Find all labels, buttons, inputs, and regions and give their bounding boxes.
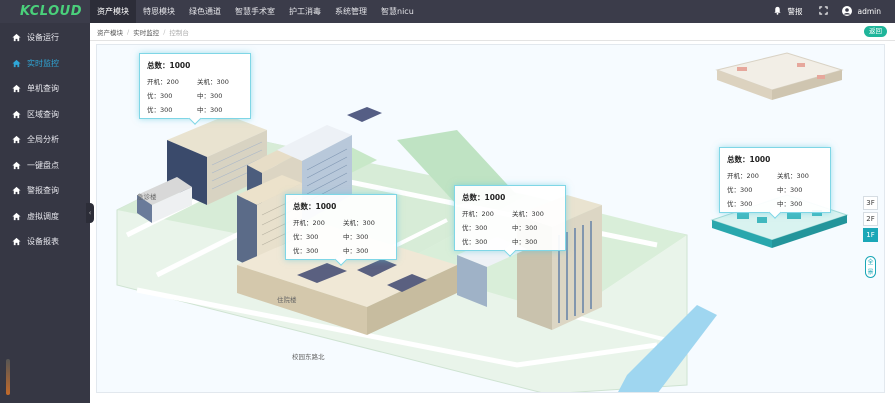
popup-stat-off: 关机：300 <box>197 78 229 86</box>
map-label-building-a: 急诊楼 <box>137 193 157 201</box>
stats-popup-building-c[interactable]: 总数：1000 开机：200 关机：300 优：300 中：300 优：300 … <box>285 194 397 260</box>
stats-popup-floor-plan[interactable]: 总数：1000 开机：200 关机：300 优：300 中：300 优：300 … <box>719 147 831 213</box>
breadcrumb-separator: / <box>127 27 130 36</box>
sidebar-item-label: 虚拟调度 <box>27 211 59 221</box>
popup-stat-on: 开机：200 <box>147 78 179 86</box>
popup-total: 总数：1000 <box>293 202 337 211</box>
home-icon <box>12 110 21 118</box>
home-icon <box>12 85 21 93</box>
floor-switcher: 3F 2F 1F <box>863 196 878 242</box>
user-name[interactable]: admin <box>858 7 882 16</box>
popup-stat-off: 关机：300 <box>512 210 544 218</box>
home-icon <box>12 212 21 220</box>
topnav-item-smart-or[interactable]: 智慧手术室 <box>228 0 282 23</box>
breadcrumb-item-console: 控制台 <box>169 28 189 37</box>
sidebar-item-virtual-dispatch[interactable]: 虚拟调度 <box>0 204 90 230</box>
breadcrumb: 资产模块 / 实时监控 / 控制台 返回 <box>90 23 895 41</box>
top-right-tools: 警报 admin <box>773 0 882 23</box>
topnav-item-green-channel[interactable]: 绿色通道 <box>182 0 228 23</box>
sidebar-scroll-indicator <box>6 359 10 395</box>
sidebar-item-label: 实时监控 <box>27 58 59 68</box>
sidebar-item-label: 设备运行 <box>27 33 59 43</box>
sidebar-item-area-query[interactable]: 区域查询 <box>0 102 90 128</box>
home-icon <box>12 136 21 144</box>
popup-stat-medium: 中：300 <box>777 186 803 194</box>
sidebar-item-label: 区域查询 <box>27 109 59 119</box>
top-bar: KCLOUD 资产模块 特恩模块 绿色通道 智慧手术室 护工消毒 系统管理 智慧… <box>0 0 895 23</box>
popup-stat-on: 开机：200 <box>462 210 494 218</box>
stats-popup-building-a[interactable]: 总数：1000 开机：200 关机：300 优：300 中：300 优：300 … <box>139 53 251 119</box>
popup-total: 总数：1000 <box>462 193 506 202</box>
topnav-item-system[interactable]: 系统管理 <box>328 0 374 23</box>
popup-stat-on: 开机：200 <box>727 172 759 180</box>
home-icon <box>12 59 21 67</box>
bell-icon[interactable] <box>773 6 782 17</box>
sidebar-item-inventory[interactable]: 一键盘点 <box>0 153 90 179</box>
breadcrumb-item-assets[interactable]: 资产模块 <box>97 27 123 37</box>
popup-stat-off: 关机：300 <box>777 172 809 180</box>
home-icon <box>12 238 21 246</box>
popup-stat-good: 优：300 <box>293 247 319 255</box>
sidebar-item-realtime-monitor[interactable]: 实时监控 <box>0 51 90 77</box>
floor-button-1f[interactable]: 1F <box>863 228 878 242</box>
sidebar-item-device-report[interactable]: 设备报表 <box>0 229 90 255</box>
home-icon <box>12 187 21 195</box>
breadcrumb-separator: / <box>163 27 166 36</box>
sidebar-item-label: 设备报表 <box>27 237 59 247</box>
topnav-item-nicu[interactable]: 智慧nicu <box>374 0 421 23</box>
sidebar-item-label: 一键盘点 <box>27 160 59 170</box>
popup-stat-medium: 中：300 <box>197 106 223 114</box>
sidebar: 设备运行 实时监控 单机查询 区域查询 全局分析 一键盘点 警报查询 虚拟调度 … <box>0 23 90 403</box>
topnav-item-disinfection[interactable]: 护工消毒 <box>282 0 328 23</box>
topnav-item-special[interactable]: 特恩模块 <box>136 0 182 23</box>
back-button[interactable]: 返回 <box>864 26 887 37</box>
popup-stat-medium: 中：300 <box>343 233 369 241</box>
popup-stat-medium: 中：300 <box>343 247 369 255</box>
sidebar-item-alarm-query[interactable]: 警报查询 <box>0 178 90 204</box>
top-nav: 资产模块 特恩模块 绿色通道 智慧手术室 护工消毒 系统管理 智慧nicu <box>90 0 421 23</box>
sidebar-item-label: 单机查询 <box>27 84 59 94</box>
campus-3d-map[interactable]: 总数：1000 开机：200 关机：300 优：300 中：300 优：300 … <box>96 44 885 393</box>
sidebar-item-label: 警报查询 <box>27 186 59 196</box>
popup-total: 总数：1000 <box>727 155 771 164</box>
popup-stat-good: 优：300 <box>727 186 753 194</box>
popup-stat-good: 优：300 <box>293 233 319 241</box>
stats-popup-building-d[interactable]: 总数：1000 开机：200 关机：300 优：300 中：300 优：300 … <box>454 185 566 251</box>
popup-stat-medium: 中：300 <box>777 200 803 208</box>
popup-stat-medium: 中：300 <box>197 92 223 100</box>
sidebar-item-label: 全局分析 <box>27 135 59 145</box>
chevron-left-icon: ‹ <box>88 209 92 217</box>
map-label-building-b: 住院楼 <box>277 296 297 304</box>
popup-total: 总数：1000 <box>147 61 191 70</box>
home-icon <box>12 34 21 42</box>
user-avatar-icon[interactable] <box>841 5 852 18</box>
popup-stat-on: 开机：200 <box>293 219 325 227</box>
popup-stat-good: 优：300 <box>727 200 753 208</box>
popup-stat-good: 优：300 <box>462 238 488 246</box>
map-label-road: 校园东路北 <box>292 353 325 361</box>
alarm-label[interactable]: 警报 <box>788 6 803 17</box>
popup-stat-medium: 中：300 <box>512 224 538 232</box>
panorama-button[interactable]: 全景 <box>865 256 876 278</box>
floor-button-3f[interactable]: 3F <box>863 196 878 210</box>
popup-stat-good: 优：300 <box>147 92 173 100</box>
popup-stat-good: 优：300 <box>462 224 488 232</box>
popup-stat-medium: 中：300 <box>512 238 538 246</box>
app-logo[interactable]: KCLOUD <box>20 4 82 19</box>
home-icon <box>12 161 21 169</box>
sidebar-item-device-run[interactable]: 设备运行 <box>0 25 90 51</box>
sidebar-item-single-query[interactable]: 单机查询 <box>0 76 90 102</box>
sidebar-collapse-toggle[interactable]: ‹ <box>86 203 94 223</box>
floor-button-2f[interactable]: 2F <box>863 212 878 226</box>
breadcrumb-item-monitor[interactable]: 实时监控 <box>133 27 159 37</box>
popup-stat-off: 关机：300 <box>343 219 375 227</box>
fullscreen-icon[interactable] <box>818 6 828 17</box>
topnav-item-assets[interactable]: 资产模块 <box>90 0 136 23</box>
popup-stat-good: 优：300 <box>147 106 173 114</box>
sidebar-item-global-analysis[interactable]: 全局分析 <box>0 127 90 153</box>
